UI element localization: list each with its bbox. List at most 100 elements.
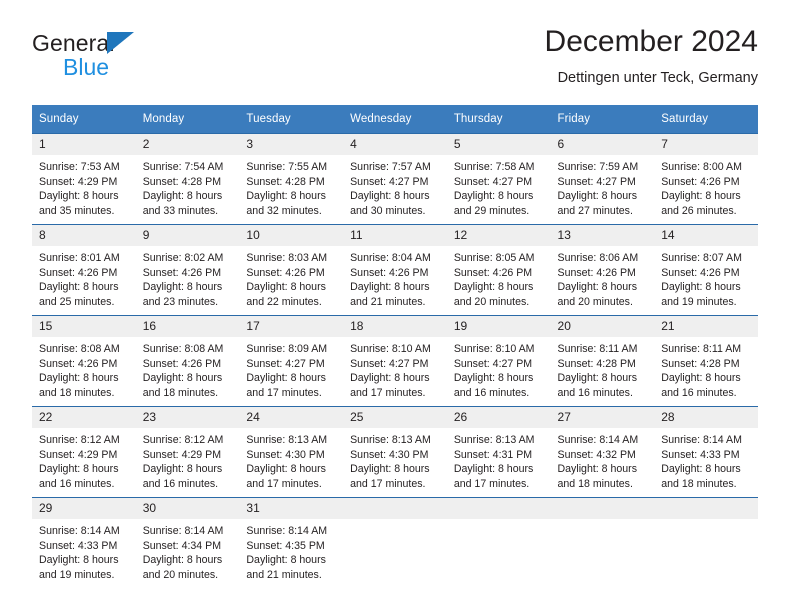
day-daylight-text: Daylight: 8 hours bbox=[39, 554, 119, 567]
logo-triangle-icon bbox=[107, 32, 134, 54]
day-sunrise-text: Sunrise: 7:54 AM bbox=[142, 161, 224, 173]
day-sunrise-text: Sunrise: 8:13 AM bbox=[246, 434, 328, 446]
day-number: 24 bbox=[239, 407, 344, 428]
calendar-day-cell[interactable]: 23 Sunrise: 8:12 AM Sunset: 4:29 PM Dayligh… bbox=[135, 406, 240, 498]
day-sunrise-text: Sunrise: 7:57 AM bbox=[350, 161, 431, 173]
day-daylight-text: Daylight: 8 hours bbox=[246, 190, 326, 203]
day-details: Sunrise: 8:02 AM Sunset: 4:26 PM Daylight:… bbox=[136, 246, 240, 309]
calendar-day-cell[interactable]: 5 Sunrise: 7:58 AM Sunset: 4:27 PM Daylight… bbox=[446, 133, 551, 225]
calendar-empty-cell bbox=[446, 497, 551, 588]
day-sunset-text: Sunset: 4:29 PM bbox=[39, 175, 118, 188]
calendar-day-cell[interactable]: 30 Sunrise: 8:14 AM Sunset: 4:34 PM Dayligh… bbox=[135, 497, 240, 588]
day-sunrise-text: Sunrise: 8:14 AM bbox=[246, 525, 328, 537]
calendar-day-cell[interactable]: 11 Sunrise: 8:04 AM Sunset: 4:26 PM Dayligh… bbox=[343, 224, 447, 316]
day-sunset-text: Sunset: 4:27 PM bbox=[453, 175, 533, 188]
day-sunrise-text: Sunrise: 8:07 AM bbox=[661, 252, 742, 264]
calendar-day-cell[interactable]: 29 Sunrise: 8:14 AM Sunset: 4:33 PM Dayligh… bbox=[32, 497, 136, 588]
day-number bbox=[446, 498, 551, 519]
day-sunset-text: Sunset: 4:26 PM bbox=[246, 266, 325, 279]
calendar-day-cell[interactable]: 25 Sunrise: 8:13 AM Sunset: 4:30 PM Dayligh… bbox=[343, 406, 447, 498]
day-sunrise-text: Sunrise: 8:00 AM bbox=[661, 161, 742, 173]
day-daylight-text: Daylight: 8 hours bbox=[142, 372, 223, 385]
day-sunset-text: Sunset: 4:26 PM bbox=[142, 357, 222, 370]
day-daylight-text: Daylight: 8 hours bbox=[142, 463, 223, 476]
calendar-day-cell[interactable]: 24 Sunrise: 8:13 AM Sunset: 4:30 PM Dayligh… bbox=[239, 406, 344, 498]
calendar-day-cell[interactable]: 22 Sunrise: 8:12 AM Sunset: 4:29 PM Dayligh… bbox=[32, 406, 136, 498]
calendar-day-cell[interactable]: 6 Sunrise: 7:59 AM Sunset: 4:27 PM Daylight… bbox=[550, 133, 655, 225]
day-daylight-text: Daylight: 8 hours bbox=[142, 281, 223, 294]
day-sunrise-text: Sunrise: 8:08 AM bbox=[39, 343, 120, 355]
day-sunset-text: Sunset: 4:27 PM bbox=[350, 357, 429, 370]
calendar-day-cell[interactable]: 26 Sunrise: 8:13 AM Sunset: 4:31 PM Dayligh… bbox=[446, 406, 551, 498]
day-sunset-text: Sunset: 4:30 PM bbox=[246, 448, 325, 461]
day-number: 2 bbox=[135, 134, 240, 155]
day-details: Sunrise: 7:55 AM Sunset: 4:28 PM Daylight:… bbox=[239, 155, 343, 218]
calendar-week-row: 22 Sunrise: 8:12 AM Sunset: 4:29 PM Dayligh… bbox=[32, 406, 758, 498]
calendar-day-cell[interactable]: 7 Sunrise: 8:00 AM Sunset: 4:26 PM Daylight… bbox=[654, 133, 758, 225]
calendar-empty-cell bbox=[343, 497, 447, 588]
calendar-day-cell[interactable]: 3 Sunrise: 7:55 AM Sunset: 4:28 PM Daylight… bbox=[239, 133, 344, 225]
day-daylight-text: Daylight: 8 hours bbox=[453, 281, 534, 294]
day-number bbox=[343, 498, 447, 519]
day-sunset-text: Sunset: 4:31 PM bbox=[453, 448, 533, 461]
weekday-header-wednesday: Wednesday bbox=[343, 105, 447, 134]
day-sunset-text: Sunset: 4:30 PM bbox=[350, 448, 429, 461]
day-daylight-text: Daylight: 8 hours bbox=[246, 281, 326, 294]
day-daylight-text: Daylight: 8 hours bbox=[453, 372, 534, 385]
calendar-day-cell[interactable]: 13 Sunrise: 8:06 AM Sunset: 4:26 PM Dayligh… bbox=[550, 224, 655, 316]
day-details: Sunrise: 8:10 AM Sunset: 4:27 PM Daylight:… bbox=[447, 337, 551, 400]
calendar-day-cell[interactable]: 14 Sunrise: 8:07 AM Sunset: 4:26 PM Dayligh… bbox=[654, 224, 758, 316]
calendar-day-cell[interactable]: 4 Sunrise: 7:57 AM Sunset: 4:27 PM Daylight… bbox=[343, 133, 447, 225]
title-block: December 2024 Dettingen unter Teck, Germ… bbox=[545, 24, 758, 88]
calendar-day-cell[interactable]: 18 Sunrise: 8:10 AM Sunset: 4:27 PM Dayligh… bbox=[343, 315, 447, 407]
calendar-day-cell[interactable]: 10 Sunrise: 8:03 AM Sunset: 4:26 PM Dayligh… bbox=[239, 224, 344, 316]
day-sunset-text: Sunset: 4:26 PM bbox=[661, 266, 740, 279]
day-sunrise-text: Sunrise: 8:04 AM bbox=[350, 252, 431, 264]
calendar-day-cell[interactable]: 8 Sunrise: 8:01 AM Sunset: 4:26 PM Daylight… bbox=[32, 224, 136, 316]
day-number: 27 bbox=[550, 407, 655, 428]
day-number: 4 bbox=[343, 134, 447, 155]
day-number: 23 bbox=[135, 407, 240, 428]
day-details: Sunrise: 8:14 AM Sunset: 4:35 PM Daylight:… bbox=[239, 519, 343, 582]
day-sunset-text: Sunset: 4:35 PM bbox=[246, 539, 325, 552]
day-daylight-text: and 33 minutes. bbox=[142, 204, 219, 217]
day-daylight-text: and 20 minutes. bbox=[142, 568, 219, 581]
calendar-day-cell[interactable]: 19 Sunrise: 8:10 AM Sunset: 4:27 PM Dayligh… bbox=[446, 315, 551, 407]
calendar-day-cell[interactable]: 2 Sunrise: 7:54 AM Sunset: 4:28 PM Daylight… bbox=[135, 133, 240, 225]
day-sunrise-text: Sunrise: 8:10 AM bbox=[350, 343, 431, 355]
day-number: 29 bbox=[32, 498, 136, 519]
day-daylight-text: Daylight: 8 hours bbox=[557, 281, 638, 294]
day-daylight-text: Daylight: 8 hours bbox=[39, 281, 119, 294]
calendar-day-cell[interactable]: 27 Sunrise: 8:14 AM Sunset: 4:32 PM Dayligh… bbox=[550, 406, 655, 498]
page-subtitle: Dettingen unter Teck, Germany bbox=[557, 70, 758, 86]
calendar-day-cell[interactable]: 16 Sunrise: 8:08 AM Sunset: 4:26 PM Dayligh… bbox=[135, 315, 240, 407]
day-sunrise-text: Sunrise: 7:53 AM bbox=[39, 161, 120, 173]
weekday-header-tuesday: Tuesday bbox=[239, 105, 344, 134]
calendar-day-cell[interactable]: 9 Sunrise: 8:02 AM Sunset: 4:26 PM Daylight… bbox=[135, 224, 240, 316]
day-daylight-text: Daylight: 8 hours bbox=[557, 372, 638, 385]
calendar-day-cell[interactable]: 28 Sunrise: 8:14 AM Sunset: 4:33 PM Dayligh… bbox=[654, 406, 758, 498]
logo-text-general: General bbox=[32, 30, 115, 56]
day-daylight-text: Daylight: 8 hours bbox=[39, 463, 119, 476]
day-sunset-text: Sunset: 4:27 PM bbox=[246, 357, 325, 370]
day-sunset-text: Sunset: 4:26 PM bbox=[39, 357, 118, 370]
calendar-day-cell[interactable]: 20 Sunrise: 8:11 AM Sunset: 4:28 PM Dayligh… bbox=[550, 315, 655, 407]
calendar-day-cell[interactable]: 1 Sunrise: 7:53 AM Sunset: 4:29 PM Daylight… bbox=[32, 133, 136, 225]
day-details: Sunrise: 7:54 AM Sunset: 4:28 PM Daylight:… bbox=[136, 155, 240, 218]
calendar-day-cell[interactable]: 31 Sunrise: 8:14 AM Sunset: 4:35 PM Dayligh… bbox=[239, 497, 344, 588]
day-details: Sunrise: 8:14 AM Sunset: 4:33 PM Daylight:… bbox=[654, 428, 758, 491]
weekday-header-friday: Friday bbox=[550, 105, 655, 134]
calendar-day-cell[interactable]: 15 Sunrise: 8:08 AM Sunset: 4:26 PM Dayligh… bbox=[32, 315, 136, 407]
calendar-day-cell[interactable]: 21 Sunrise: 8:11 AM Sunset: 4:28 PM Dayligh… bbox=[654, 315, 758, 407]
day-sunrise-text: Sunrise: 8:01 AM bbox=[39, 252, 120, 264]
calendar-week-row: 15 Sunrise: 8:08 AM Sunset: 4:26 PM Dayligh… bbox=[32, 315, 758, 407]
day-sunset-text: Sunset: 4:27 PM bbox=[350, 175, 429, 188]
calendar-day-cell[interactable]: 12 Sunrise: 8:05 AM Sunset: 4:26 PM Dayligh… bbox=[446, 224, 551, 316]
day-daylight-text: and 29 minutes. bbox=[453, 204, 530, 217]
day-sunset-text: Sunset: 4:33 PM bbox=[661, 448, 740, 461]
day-number: 30 bbox=[135, 498, 240, 519]
day-daylight-text: and 18 minutes. bbox=[142, 386, 219, 399]
calendar-day-cell[interactable]: 17 Sunrise: 8:09 AM Sunset: 4:27 PM Dayligh… bbox=[239, 315, 344, 407]
day-number: 12 bbox=[446, 225, 551, 246]
day-daylight-text: and 16 minutes. bbox=[39, 477, 115, 490]
